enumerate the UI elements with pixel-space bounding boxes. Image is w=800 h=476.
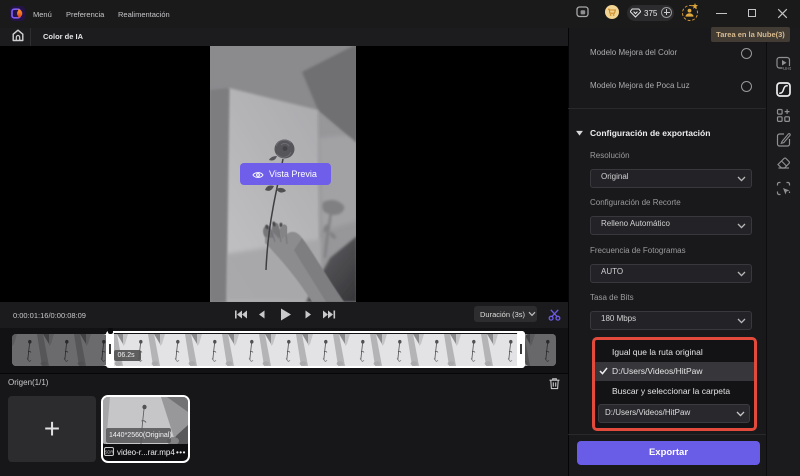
svg-text:SDR: SDR [105, 450, 114, 455]
svg-text:UHD: UHD [783, 66, 791, 71]
